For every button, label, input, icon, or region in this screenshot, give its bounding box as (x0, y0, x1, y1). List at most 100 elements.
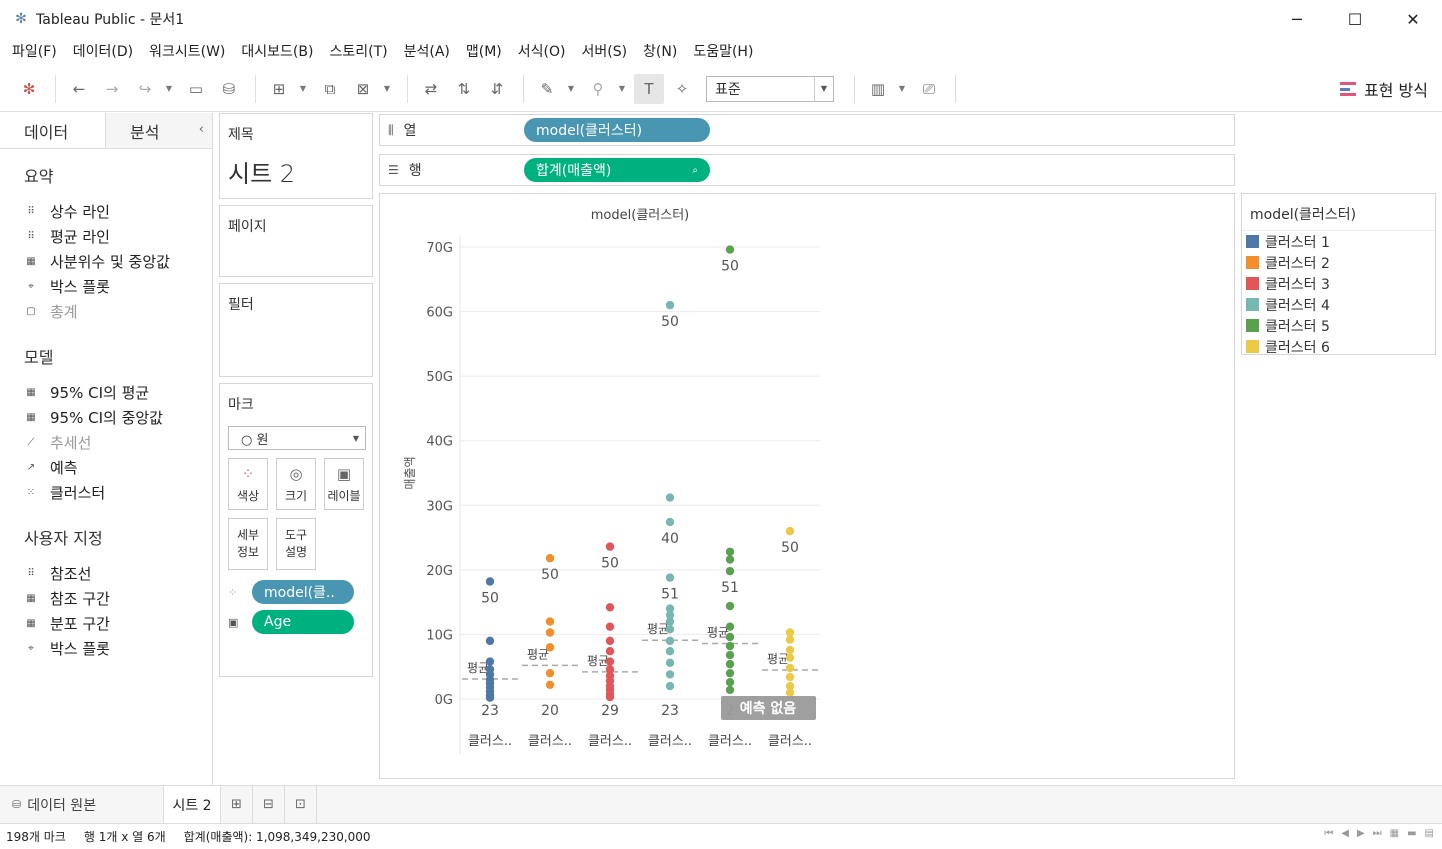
new-story-tab-icon[interactable]: ⊡ (285, 785, 317, 824)
highlight-dropdown-icon[interactable]: ▼ (565, 74, 577, 104)
status-sum: 합계(매출액): 1,098,349,230,000 (183, 830, 371, 844)
sort-descending-icon[interactable]: ⇵ (482, 74, 512, 104)
detail-button[interactable]: 세부 정보 (228, 518, 268, 570)
label-button[interactable]: ▣ 레이블 (324, 458, 364, 510)
next-page-icon[interactable]: ▶ (1357, 828, 1365, 839)
menu-window[interactable]: 창(N) (635, 38, 685, 66)
menu-story[interactable]: 스토리(T) (321, 38, 395, 66)
filters-card[interactable]: 필터 (219, 283, 373, 377)
collapse-pane-icon[interactable]: ‹ (199, 122, 204, 137)
save-icon[interactable]: ▭ (181, 74, 211, 104)
fit-select[interactable]: 표준 ▼ (706, 75, 834, 102)
y-tick-label: 30G (426, 499, 453, 514)
legend-item[interactable]: 클러스터 4 (1242, 294, 1435, 315)
clear-dropdown-icon[interactable]: ▼ (381, 74, 393, 104)
legend-item[interactable]: 클러스터 5 (1242, 315, 1435, 336)
columns-icon: ⫼ (388, 122, 394, 137)
analytics-item[interactable]: ⌖ 박스 플롯 (24, 274, 212, 299)
pin-icon[interactable]: ✧ (667, 74, 697, 104)
analytics-item[interactable]: ▦ 사분위수 및 중앙값 (24, 249, 212, 274)
analytics-item[interactable]: ⁙ 클러스터 (24, 480, 212, 505)
presentation-mode-icon[interactable]: ⎚ (914, 74, 944, 104)
rows-shelf: ☰ 행 합계(매출액) ⌕ (379, 154, 1235, 186)
menu-help[interactable]: 도움말(H) (685, 38, 761, 66)
sheet-tab-sheet2[interactable]: 시트 2 (163, 785, 221, 824)
rows-pill[interactable]: 합계(매출액) ⌕ (524, 158, 710, 182)
title-card-label: 제목 (228, 127, 254, 143)
color-mark-row: ⁘ model(클.. (228, 580, 364, 604)
analytics-item[interactable]: ⠿ 상수 라인 (24, 199, 212, 224)
minimize-button[interactable]: ─ (1268, 0, 1326, 38)
label-pill-icon: ▣ (228, 615, 239, 629)
new-worksheet-dropdown-icon[interactable]: ▼ (297, 74, 309, 104)
data-source-tab[interactable]: ⛁ 데이터 원본 (0, 786, 163, 824)
menu-server[interactable]: 서버(S) (573, 38, 635, 66)
analytics-item[interactable]: ⠿ 참조선 (24, 561, 212, 586)
legend-item[interactable]: 클러스터 6 (1242, 336, 1435, 357)
analytics-item[interactable]: ▦ 분포 구간 (24, 611, 212, 636)
tableau-home-icon[interactable]: ✻ (14, 74, 44, 104)
mark-type-select[interactable]: ○ 원 ▼ (228, 426, 366, 450)
first-page-icon[interactable]: ⏮ (1324, 828, 1333, 839)
label-pill[interactable]: Age (252, 610, 354, 634)
prev-page-icon[interactable]: ◀ (1341, 828, 1349, 839)
maximize-button[interactable]: ☐ (1326, 0, 1384, 38)
color-button[interactable]: ⁘ 색상 (228, 458, 268, 510)
analytics-item[interactable]: ↗ 예측 (24, 455, 212, 480)
tooltip-button[interactable]: 도구 설명 (276, 518, 316, 570)
color-pill[interactable]: model(클.. (252, 580, 354, 604)
menu-format[interactable]: 서식(O) (510, 38, 574, 66)
menu-worksheet[interactable]: 워크시트(W) (141, 38, 233, 66)
highlight-icon[interactable]: ✎ (532, 74, 562, 104)
analytics-item[interactable]: ▦ 95% CI의 평균 (24, 380, 212, 405)
sheet-title[interactable]: 시트 2 (220, 144, 372, 199)
menu-data[interactable]: 데이터(D) (65, 38, 141, 66)
analytics-item: ▢ 총계 (24, 299, 212, 324)
legend-item[interactable]: 클러스터 1 (1242, 231, 1435, 252)
data-point (725, 601, 735, 611)
legend-item[interactable]: 클러스터 3 (1242, 273, 1435, 294)
menu-file[interactable]: 파일(F) (4, 38, 65, 66)
show-cards-dropdown-icon[interactable]: ▼ (896, 74, 908, 104)
show-cards-icon[interactable]: ▥ (863, 74, 893, 104)
size-button[interactable]: ◎ 크기 (276, 458, 316, 510)
redo-icon[interactable]: → (97, 74, 127, 104)
visualization-area[interactable]: model(클러스터) 70G 60G 50G 40G 30G 20G 10G 0G 매출액 평균 5… (379, 193, 1235, 779)
new-worksheet-icon[interactable]: ⊞ (264, 74, 294, 104)
duplicate-icon[interactable]: ⧉ (315, 74, 345, 104)
replay-icon[interactable]: ↪ (130, 74, 160, 104)
menu-dashboard[interactable]: 대시보드(B) (233, 38, 321, 66)
tabs-view-icon[interactable]: ▤ (1425, 828, 1434, 839)
analytics-item[interactable]: ⠿ 평균 라인 (24, 224, 212, 249)
tab-analysis[interactable]: 분석 (106, 113, 212, 148)
show-me-button[interactable]: 표현 방식 (1340, 74, 1428, 104)
data-point (665, 636, 675, 646)
analytics-item[interactable]: ▦ 참조 구간 (24, 586, 212, 611)
show-labels-icon[interactable]: T (634, 73, 664, 104)
new-datasource-icon[interactable]: ⛁ (214, 74, 244, 104)
analytics-item[interactable]: ▦ 95% CI의 중앙값 (24, 405, 212, 430)
replay-dropdown-icon[interactable]: ▼ (163, 74, 175, 104)
grid-view-icon[interactable]: ▦ (1390, 828, 1399, 839)
data-point (545, 680, 555, 689)
filmstrip-view-icon[interactable]: ▬ (1407, 828, 1416, 839)
legend-item[interactable]: 클러스터 2 (1242, 252, 1435, 273)
menu-map[interactable]: 맵(M) (458, 38, 510, 66)
tab-data[interactable]: 데이터 (0, 113, 107, 148)
menu-analysis[interactable]: 분석(A) (396, 38, 458, 66)
new-dashboard-tab-icon[interactable]: ⊟ (253, 785, 285, 824)
columns-pill[interactable]: model(클러스터) (524, 118, 710, 142)
sort-ascending-icon[interactable]: ⇅ (449, 74, 479, 104)
clear-sheet-icon[interactable]: ⊠ (348, 74, 378, 104)
swap-icon[interactable]: ⇄ (416, 74, 446, 104)
group-dropdown-icon[interactable]: ▼ (616, 74, 628, 104)
close-button[interactable]: ✕ (1384, 0, 1442, 38)
group-icon[interactable]: ⚲ (583, 74, 613, 104)
scatter-chart[interactable]: model(클러스터) 70G 60G 50G 40G 30G 20G 10G 0G 매출액평균 5… (380, 194, 1234, 778)
undo-icon[interactable]: ← (64, 74, 94, 104)
data-label: 23 (661, 703, 679, 719)
pages-card[interactable]: 페이지 (219, 205, 373, 277)
last-page-icon[interactable]: ⏭ (1373, 828, 1382, 839)
analytics-item[interactable]: ⌖ 박스 플롯 (24, 636, 212, 661)
new-worksheet-tab-icon[interactable]: ⊞ (221, 785, 253, 824)
